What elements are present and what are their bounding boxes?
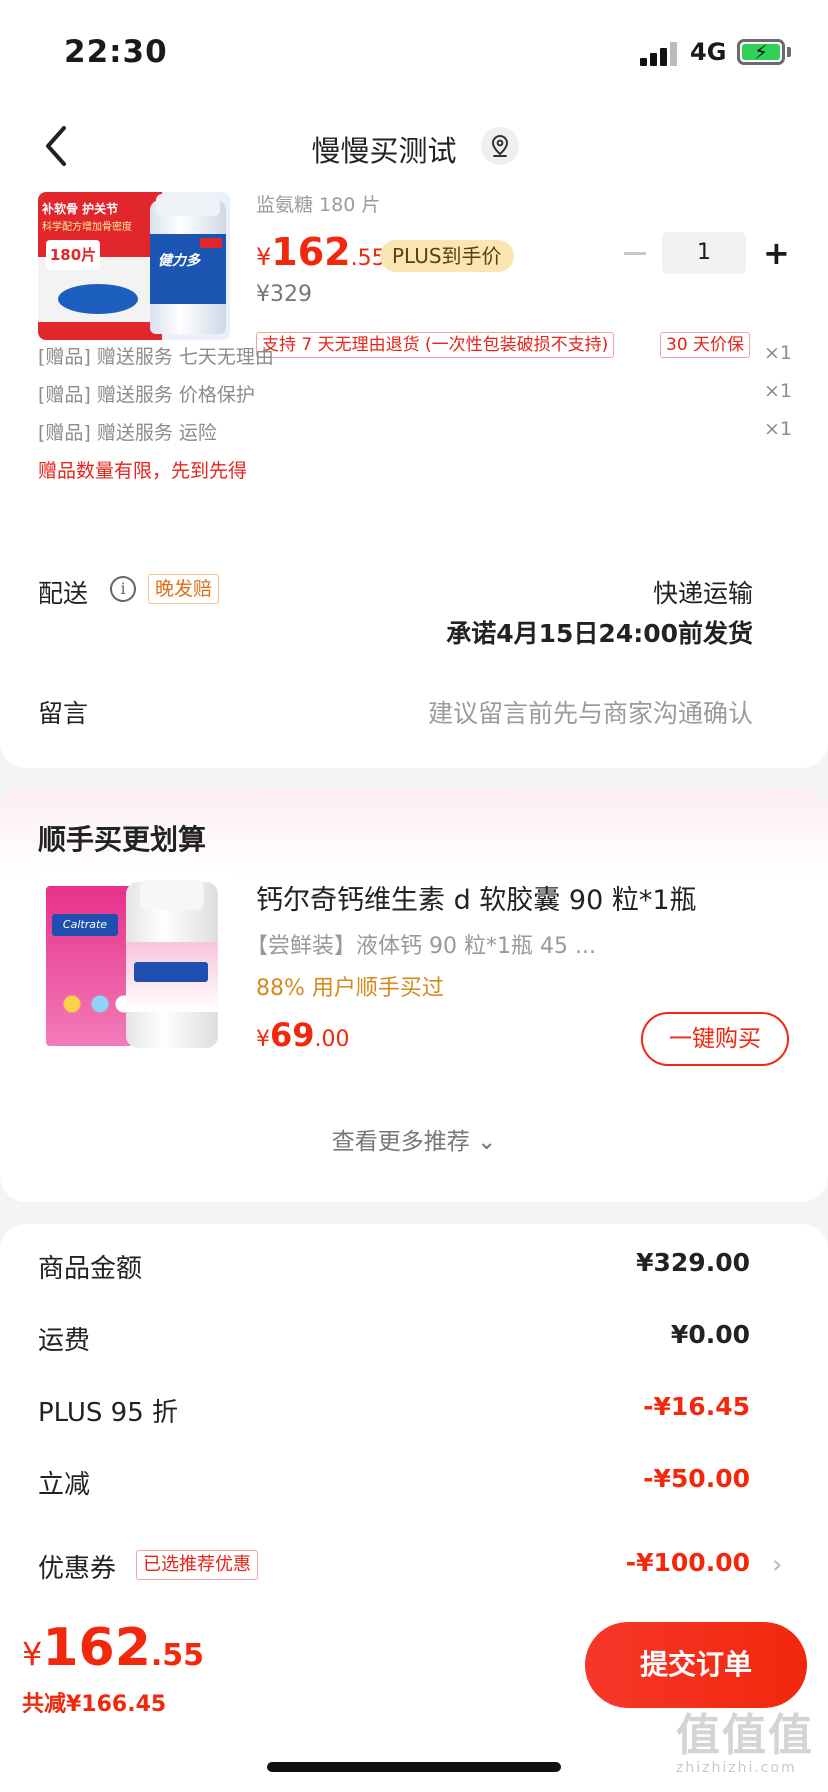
summary-value: ¥0.00: [670, 1320, 750, 1349]
message-input[interactable]: 建议留言前先与商家沟通确认: [428, 694, 753, 730]
gift-item: [赠品] 赠送服务 价格保护: [38, 384, 255, 406]
home-indicator[interactable]: [267, 1762, 561, 1772]
info-icon[interactable]: i: [110, 576, 136, 602]
gift-item: [赠品] 赠送服务 运险: [38, 422, 217, 444]
total-price: ¥162.55: [22, 1618, 205, 1678]
plus-price-badge: PLUS到手价: [380, 240, 514, 272]
late-delivery-tag: 晚发赔: [148, 574, 220, 604]
coupon-value[interactable]: -¥100.00: [626, 1548, 750, 1577]
product-image[interactable]: 补软骨 护关节 科学配方增加骨密度 180片 健力多: [38, 192, 230, 340]
page-title: 慢慢买测试: [311, 134, 457, 168]
delivery-label: 配送: [38, 579, 89, 608]
recommend-price: ¥69.00: [256, 1016, 350, 1054]
battery-icon: ⚡: [737, 39, 785, 65]
delivery-promise: 承诺4月15日24:00前发货: [446, 619, 753, 648]
status-time: 22:30: [64, 34, 168, 70]
summary-label: PLUS 95 折: [38, 1398, 179, 1428]
location-pin-icon[interactable]: [481, 127, 519, 165]
watermark: 值值值 zhizhizhi.com: [676, 1710, 814, 1777]
coupon-tag: 已选推荐优惠: [136, 1550, 258, 1580]
product-subtitle: 监氨糖 180 片: [256, 194, 381, 216]
return-policy-tag: 支持 7 天无理由退货 (一次性包装破损不支持): [256, 332, 615, 358]
product-price: ¥162.55: [256, 230, 386, 274]
coupon-label[interactable]: 优惠券: [38, 1548, 116, 1585]
increase-button[interactable]: +: [763, 237, 790, 269]
status-bar: 22:30 4G ⚡: [0, 0, 828, 100]
recommend-card: 顺手买更划算 Caltrate 钙尔奇钙维生素 d 软胶囊 90 粒*1瓶 【尝…: [0, 788, 828, 1202]
more-recommend-link[interactable]: 查看更多推荐 ⌄: [0, 1122, 828, 1156]
summary-label: 商品金额: [38, 1254, 143, 1284]
recommend-heading: 顺手买更划算: [38, 823, 207, 856]
gift-item: [赠品] 赠送服务 七天无理由: [38, 346, 274, 368]
decrease-button[interactable]: [624, 252, 646, 255]
one-click-buy-button[interactable]: 一键购买: [641, 1012, 789, 1066]
network-type: 4G: [690, 38, 727, 66]
checkout-bar: ¥162.55 共减¥166.45 提交订单 值值值 zhizhizhi.com: [0, 1596, 828, 1792]
gift-qty: ×1: [764, 418, 793, 440]
total-saved: 共减¥166.45: [22, 1692, 167, 1717]
summary-label: 立减: [38, 1470, 91, 1500]
summary-label: 运费: [38, 1326, 91, 1356]
chevron-right-icon[interactable]: ›: [772, 1550, 782, 1580]
recommend-product-image[interactable]: Caltrate: [38, 872, 230, 1054]
recommend-product-sub: 【尝鲜装】液体钙 90 粒*1瓶 45 ...: [246, 934, 596, 959]
nav-bar: 慢慢买测试: [0, 100, 828, 190]
submit-order-button[interactable]: 提交订单: [585, 1622, 807, 1708]
recommend-product-name[interactable]: 钙尔奇钙维生素 d 软胶囊 90 粒*1瓶: [256, 878, 697, 917]
recommend-stat: 88% 用户顺手买过: [256, 976, 444, 1001]
gift-qty: ×1: [764, 380, 793, 402]
summary-value: ¥329.00: [636, 1248, 750, 1277]
summary-value: -¥50.00: [643, 1464, 750, 1493]
delivery-method[interactable]: 快递运输: [653, 574, 753, 610]
original-price: ¥329: [256, 282, 312, 307]
quantity-input[interactable]: 1: [662, 232, 746, 274]
order-item-card: 补软骨 护关节 科学配方增加骨密度 180片 健力多 监氨糖 180 片 ¥16…: [0, 190, 828, 768]
price-summary-card: 商品金额 ¥329.00 运费 ¥0.00 PLUS 95 折 -¥16.45 …: [0, 1224, 828, 1624]
summary-value: -¥16.45: [643, 1392, 750, 1421]
price-protect-tag: 30 天价保: [660, 332, 751, 358]
signal-icon: [640, 42, 678, 66]
gift-note: 赠品数量有限，先到先得: [38, 460, 248, 482]
message-label: 留言: [38, 699, 89, 728]
gift-qty: ×1: [764, 342, 793, 364]
